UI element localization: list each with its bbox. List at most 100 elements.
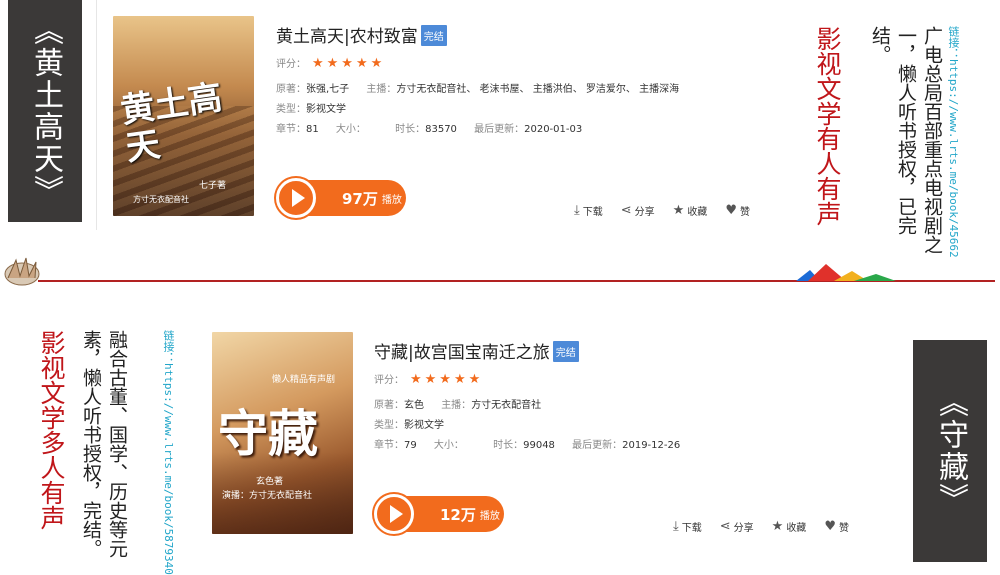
book1-play-count: 97万 <box>342 189 378 208</box>
book1-narrators[interactable]: 方寸无衣配音社、 老沫书屋、 主播洪伯、 罗洁爱尔、 主播深海 <box>396 84 679 95</box>
download-label: 下载 <box>681 523 702 534</box>
book1-actions: ⤓ 下载 ⋖ 分享 ★ 收藏 ♥ 赞 <box>574 203 750 218</box>
like-button[interactable]: ♥ 赞 <box>824 519 849 534</box>
book2-link[interactable]: 链接：https://www.lrts.me/book/5879340 <box>160 330 176 575</box>
book2-chapters: 79 <box>404 440 417 451</box>
book2-updated: 2019-12-26 <box>622 440 681 451</box>
chapters-label: 章节： <box>374 440 404 451</box>
book2-duration: 99048 <box>523 440 555 451</box>
play-unit: 播放 <box>479 510 500 522</box>
book1-title[interactable]: 黄土高天|农村致富 完结 <box>276 22 447 47</box>
book2-link-url[interactable]: https://www.lrts.me/book/5879340 <box>162 363 175 575</box>
book2-cover-title: 守藏 <box>218 404 318 463</box>
narrator-label: 主播： <box>366 84 397 95</box>
like-button[interactable]: ♥ 赞 <box>725 203 750 218</box>
heart-icon: ♥ <box>824 519 836 534</box>
book1-cover-publisher: 方寸无衣配音社 <box>133 195 189 204</box>
book2-stats: 章节：79 大小： 时长：99048 最后更新：2019-12-26 <box>374 436 680 451</box>
chapters-label: 章节： <box>276 124 306 135</box>
book2-play-count: 12万 <box>440 505 476 524</box>
share-label: 分享 <box>733 523 754 534</box>
duration-label: 时长： <box>395 124 426 135</box>
like-label: 赞 <box>838 523 849 534</box>
book2-actions: ⤓ 下载 ⋖ 分享 ★ 收藏 ♥ 赞 <box>673 519 849 534</box>
download-button[interactable]: ⤓ 下载 <box>673 519 702 534</box>
collect-button[interactable]: ★ 收藏 <box>772 519 807 534</box>
book1-link-url[interactable]: https://www.lrts.me/book/45662 <box>947 59 960 258</box>
duration-label: 时长： <box>493 440 524 451</box>
download-button[interactable]: ⤓ 下载 <box>574 203 603 218</box>
rating-label: 评分： <box>374 375 404 386</box>
book2-complete-badge: 完结 <box>552 341 579 362</box>
rating-stars-icon: ★★★★★ <box>410 372 484 387</box>
star-icon: ★ <box>672 203 685 218</box>
book1-author[interactable]: 张强,七子 <box>306 84 349 95</box>
download-icon: ⤓ <box>574 203 580 218</box>
book2-cover-series: 懒人精品有声剧 <box>272 375 336 385</box>
type-label: 类型： <box>374 420 404 431</box>
book1-play-button[interactable]: 97万 播放 <box>276 178 406 218</box>
divider-mountains-icon <box>796 262 896 282</box>
book1-title-text[interactable]: 黄土高天|农村致富 <box>276 27 418 47</box>
book1-cover[interactable]: 黄土高天 七子著 方寸无衣配音社 <box>113 16 254 216</box>
book1-complete-badge: 完结 <box>420 25 447 46</box>
book2-cover-author: 玄色著 <box>256 477 284 487</box>
narrator-label: 主播： <box>441 400 472 411</box>
book2-title[interactable]: 守藏|故宫国宝南迁之旅 完结 <box>374 338 579 363</box>
book2-play-button[interactable]: 12万 播放 <box>374 494 504 534</box>
book1-type: 类型：影视文学 <box>276 100 346 115</box>
star-icon: ★ <box>771 519 784 534</box>
rating-stars-icon: ★★★★★ <box>312 56 386 71</box>
play-icon[interactable] <box>276 178 316 218</box>
share-button[interactable]: ⋖ 分享 <box>720 519 754 534</box>
book2-description: 融合古董、国学、历史等元素，懒人听书授权，完结。 <box>80 330 128 558</box>
divider-shell-icon <box>2 256 42 288</box>
book1-side-title: 《黄土高天》 <box>8 0 82 222</box>
book1-red-caption: 影视文学有人有声 <box>813 26 842 226</box>
heart-icon: ♥ <box>725 203 737 218</box>
book1-credits: 原著：张强,七子 主播：方寸无衣配音社、 老沫书屋、 主播洪伯、 罗洁爱尔、 主… <box>276 80 679 95</box>
link-label: 链接： <box>162 330 175 363</box>
vertical-divider <box>96 0 97 230</box>
play-icon[interactable] <box>374 494 414 534</box>
book2-type-value[interactable]: 影视文学 <box>404 420 444 431</box>
book1-cover-author: 七子著 <box>199 181 227 191</box>
book1-stats: 章节：81 大小： 时长：83570 最后更新：2020-01-03 <box>276 120 582 135</box>
updated-label: 最后更新： <box>474 124 525 135</box>
book2-red-caption: 影视文学多人有声 <box>37 330 66 530</box>
collect-label: 收藏 <box>786 523 807 534</box>
share-icon: ⋖ <box>719 519 731 534</box>
book2-type: 类型：影视文学 <box>374 416 444 431</box>
play-unit: 播放 <box>381 194 402 206</box>
book1-description: 广电总局百部重点电视剧之一，懒人听书授权，已完结。 <box>869 26 943 254</box>
size-label: 大小： <box>335 124 366 135</box>
book1-chapters: 81 <box>306 124 319 135</box>
like-label: 赞 <box>739 207 750 218</box>
book2-rating: 评分： ★★★★★ <box>374 371 483 387</box>
book2-credits: 原著：玄色 主播：方寸无衣配音社 <box>374 396 541 411</box>
book1-updated: 2020-01-03 <box>524 124 583 135</box>
book2-cover[interactable]: 懒人精品有声剧 守藏 玄色著 演播：方寸无衣配音社 <box>212 332 353 534</box>
book1-rating: 评分： ★★★★★ <box>276 55 385 71</box>
book2-narrators[interactable]: 方寸无衣配音社 <box>471 400 541 411</box>
rating-label: 评分： <box>276 59 306 70</box>
book2-cover-publisher: 演播：方寸无衣配音社 <box>222 491 313 501</box>
share-button[interactable]: ⋖ 分享 <box>621 203 655 218</box>
type-label: 类型： <box>276 104 306 115</box>
collect-label: 收藏 <box>687 207 708 218</box>
share-icon: ⋖ <box>620 203 632 218</box>
share-label: 分享 <box>634 207 655 218</box>
download-icon: ⤓ <box>673 519 679 534</box>
book1-type-value[interactable]: 影视文学 <box>306 104 346 115</box>
book2-author[interactable]: 玄色 <box>404 400 424 411</box>
collect-button[interactable]: ★ 收藏 <box>673 203 708 218</box>
download-label: 下载 <box>582 207 603 218</box>
link-label: 链接： <box>947 26 960 59</box>
book2-title-text[interactable]: 守藏|故宫国宝南迁之旅 <box>374 343 550 363</box>
author-label: 原著： <box>374 400 404 411</box>
size-label: 大小： <box>433 440 464 451</box>
author-label: 原著： <box>276 84 306 95</box>
updated-label: 最后更新： <box>572 440 623 451</box>
book1-duration: 83570 <box>425 124 457 135</box>
book1-link[interactable]: 链接：https://www.lrts.me/book/45662 <box>945 26 961 258</box>
